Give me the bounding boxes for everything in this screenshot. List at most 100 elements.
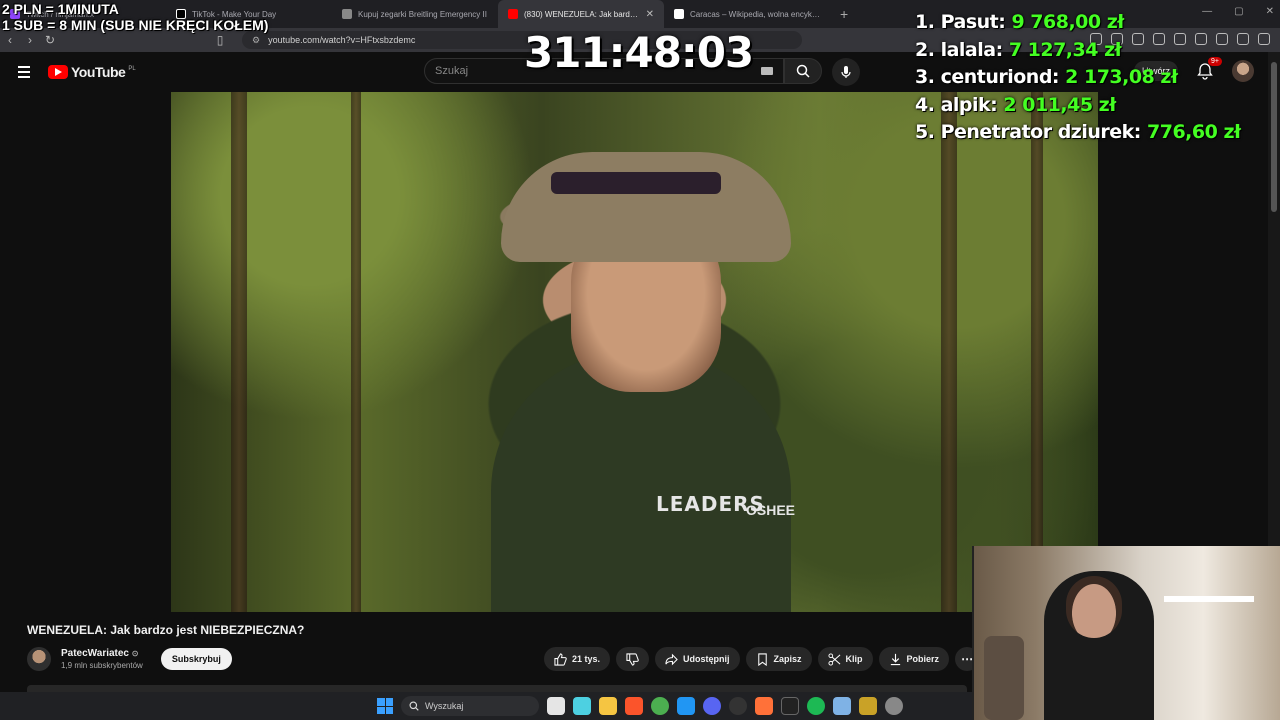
- hamburger-menu-icon[interactable]: [18, 66, 30, 78]
- settings-gear-icon[interactable]: [885, 697, 903, 715]
- video-frame-tree: [231, 92, 247, 612]
- country-code: PL: [128, 66, 136, 72]
- site-info-icon[interactable]: ⚙: [252, 35, 260, 46]
- discord-icon[interactable]: [703, 697, 721, 715]
- share-label: Udostępnij: [683, 654, 730, 664]
- like-button[interactable]: 21 tys.: [544, 647, 611, 671]
- channel-info: PatecWariatec ⊙ 1,9 mln subskrybentów: [61, 648, 143, 670]
- thumbs-up-icon: [554, 652, 567, 666]
- video-actions: 21 tys. Udostępnij Zapisz Klip Pobierz ⋯: [544, 647, 980, 671]
- verified-icon: ⊙: [131, 649, 139, 658]
- search-button[interactable]: [784, 58, 822, 84]
- bookmark-icon[interactable]: ▯: [210, 33, 230, 47]
- copilot-icon[interactable]: [573, 697, 591, 715]
- video-frame-tree: [351, 92, 361, 612]
- thumbs-down-icon: [626, 652, 639, 666]
- search-placeholder: Szukaj: [435, 65, 469, 77]
- video-frame-tree: [941, 92, 957, 612]
- tab-title: Kupuj zegarki Breitling Emergency II: [358, 9, 487, 19]
- task-view-icon[interactable]: [547, 697, 565, 715]
- donor-name: Pasut:: [940, 11, 1006, 33]
- rank: 1.: [915, 11, 935, 33]
- browser-tab[interactable]: Caracas – Wikipedia, wolna encyklop: [664, 0, 830, 28]
- search-icon: [796, 64, 810, 78]
- donor-name: lalala:: [940, 38, 1004, 61]
- taskbar-search[interactable]: Wyszukaj: [401, 696, 539, 716]
- channel-name-text: PatecWariatec: [61, 648, 129, 659]
- download-icon: [890, 653, 900, 665]
- leaderboard-row: 4. alpik: 2 011,45 zł: [915, 92, 1241, 120]
- browser-tab[interactable]: Kupuj zegarki Breitling Emergency II: [332, 0, 498, 28]
- share-button[interactable]: Udostępnij: [655, 647, 740, 671]
- close-tab-icon[interactable]: ✕: [646, 9, 654, 20]
- screen: Twitch / ninjaman.x TikTok - Make Your D…: [0, 0, 1280, 720]
- youtube-play-icon: [48, 65, 68, 79]
- download-button[interactable]: Pobierz: [878, 647, 950, 671]
- video-frame-tree: [1031, 92, 1043, 612]
- donation-amount: 2 173,08 zł: [1065, 66, 1178, 88]
- share-icon: [665, 653, 678, 665]
- tab-title: (830) WENEZUELA: Jak bardzo jest: [524, 9, 640, 19]
- youtube-logo[interactable]: YouTube PL: [48, 64, 136, 80]
- donation-leaderboard: 1. Pasut: 9 768,00 zł 2. lalala: 7 127,3…: [915, 9, 1241, 147]
- obs-icon[interactable]: [729, 697, 747, 715]
- store-icon[interactable]: [677, 697, 695, 715]
- clip-label: Klip: [845, 654, 863, 664]
- leaderboard-row: 1. Pasut: 9 768,00 zł: [915, 9, 1241, 37]
- file-explorer-icon[interactable]: [599, 697, 617, 715]
- new-tab-button[interactable]: +: [830, 6, 858, 22]
- reload-icon[interactable]: ↻: [40, 33, 60, 47]
- stream-rules-overlay: 2 PLN = 1MINUTA 1 SUB = 8 MIN (SUB NIE K…: [2, 1, 268, 33]
- youtube-favicon-icon: [508, 9, 518, 19]
- rank: 3.: [915, 66, 935, 88]
- webcam-person-head: [1066, 576, 1122, 638]
- menu-icon[interactable]: [1258, 33, 1270, 45]
- video-frame-hatband: [551, 172, 721, 194]
- search-icon: [409, 701, 419, 711]
- league-client-icon[interactable]: [859, 697, 877, 715]
- rank: 5.: [915, 121, 935, 143]
- tab-title: Caracas – Wikipedia, wolna encyklop: [690, 9, 820, 19]
- shirt-logo-oshee: OSHEE: [746, 502, 796, 518]
- donor-name: alpik:: [940, 93, 998, 116]
- app-icon[interactable]: [781, 697, 799, 715]
- video-title: WENEZUELA: Jak bardzo jest NIEBEZPIECZNA…: [27, 623, 305, 637]
- donor-name: centuriond:: [940, 66, 1060, 88]
- streamer-webcam: [972, 546, 1280, 720]
- channel-name[interactable]: PatecWariatec ⊙: [61, 648, 143, 659]
- brave-browser-icon[interactable]: [625, 697, 643, 715]
- windows-start-icon[interactable]: [377, 698, 393, 714]
- rules-line: 1 SUB = 8 MIN (SUB NIE KRĘCI KOŁEM): [2, 17, 269, 33]
- dislike-button[interactable]: [616, 647, 650, 671]
- forward-icon[interactable]: ›: [20, 33, 40, 47]
- leaderboard-row: 3. centuriond: 2 173,08 zł: [915, 64, 1241, 92]
- back-icon[interactable]: ‹: [0, 33, 20, 47]
- rules-line: 2 PLN = 1MINUTA: [2, 1, 119, 17]
- download-label: Pobierz: [906, 654, 940, 664]
- calculator-icon[interactable]: [833, 697, 851, 715]
- donation-amount: 2 011,45 zł: [1003, 93, 1116, 116]
- scrollbar-thumb[interactable]: [1271, 62, 1277, 212]
- like-count: 21 tys.: [572, 654, 601, 664]
- keyboard-icon[interactable]: [761, 67, 773, 75]
- webcam-chair: [984, 636, 1024, 720]
- microphone-icon: [841, 66, 851, 78]
- chrome-icon[interactable]: [651, 697, 669, 715]
- leaderboard-row: 5. Penetrator dziurek: 776,60 zł: [915, 119, 1241, 147]
- spotify-icon[interactable]: [807, 697, 825, 715]
- rank: 2.: [915, 38, 935, 61]
- close-window-icon[interactable]: ✕: [1266, 6, 1274, 17]
- clip-button[interactable]: Klip: [817, 647, 873, 671]
- donation-amount: 9 768,00 zł: [1011, 11, 1124, 33]
- video-player[interactable]: LEADERS OSHEE: [171, 92, 1098, 612]
- browser-tab-active[interactable]: (830) WENEZUELA: Jak bardzo jest ✕: [498, 0, 664, 28]
- channel-avatar[interactable]: [27, 647, 51, 671]
- subscribe-button[interactable]: Subskrybuj: [160, 648, 232, 670]
- tab-favicon-icon: [342, 9, 352, 19]
- save-button[interactable]: Zapisz: [745, 647, 812, 671]
- opera-gx-icon[interactable]: [755, 697, 773, 715]
- donation-amount: 776,60 zł: [1147, 121, 1241, 143]
- subathon-timer: 311:48:03: [524, 28, 754, 77]
- webcam-shelf: [1164, 596, 1254, 602]
- voice-search-button[interactable]: [832, 58, 860, 86]
